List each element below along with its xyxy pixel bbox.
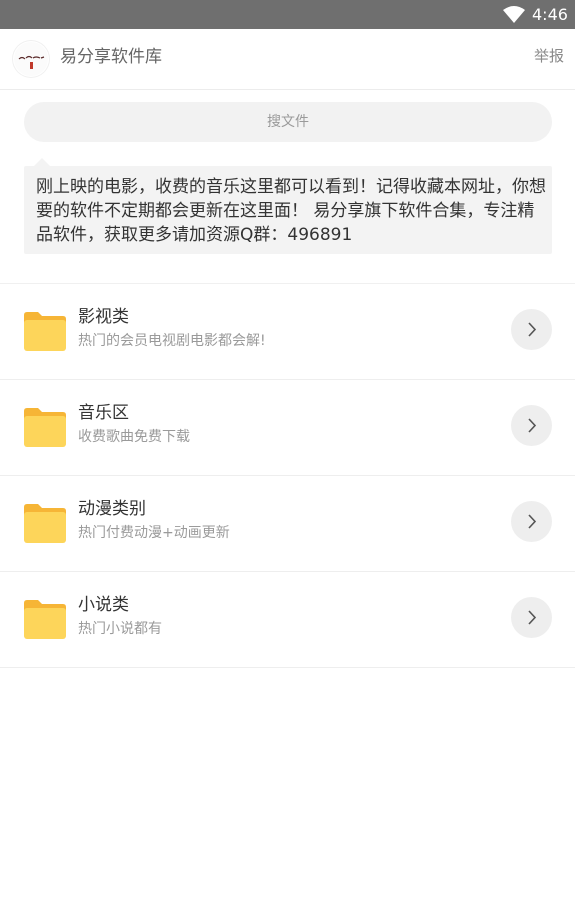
notice-bubble: 刚上映的电影，收费的音乐这里都可以看到！记得收藏本网址，你想要的软件不定期都会更… (24, 166, 552, 254)
folder-icon (24, 312, 66, 351)
search-bar[interactable]: 搜文件 (24, 102, 552, 142)
chevron-right-icon (528, 514, 537, 529)
notice-pointer (34, 158, 50, 166)
category-desc: 收费歌曲免费下载 (78, 429, 190, 445)
category-title: 小说类 (78, 595, 129, 615)
category-title: 动漫类别 (78, 499, 146, 519)
chevron-right-icon (528, 322, 537, 337)
app-logo-icon[interactable] (13, 41, 49, 77)
category-desc: 热门小说都有 (78, 621, 162, 637)
category-desc: 热门的会员电视剧电影都会解! (78, 333, 266, 349)
wifi-icon (503, 6, 525, 23)
open-category-button[interactable] (511, 405, 552, 446)
category-item-music[interactable]: 音乐区 收费歌曲免费下载 (0, 380, 575, 476)
search-placeholder: 搜文件 (267, 114, 309, 130)
chevron-right-icon (528, 418, 537, 433)
app-header: 易分享软件库 举报 (0, 29, 575, 90)
open-category-button[interactable] (511, 597, 552, 638)
report-link[interactable]: 举报 (534, 46, 564, 66)
status-bar: 4:46 (0, 0, 575, 29)
category-title: 影视类 (78, 307, 129, 327)
status-time: 4:46 (532, 5, 568, 24)
folder-icon (24, 504, 66, 543)
chevron-right-icon (528, 610, 537, 625)
open-category-button[interactable] (511, 309, 552, 350)
folder-icon (24, 600, 66, 639)
folder-icon (24, 408, 66, 447)
category-desc: 热门付费动漫+动画更新 (78, 525, 230, 541)
category-item-novels[interactable]: 小说类 热门小说都有 (0, 572, 575, 668)
category-item-movies[interactable]: 影视类 热门的会员电视剧电影都会解! (0, 284, 575, 380)
notice-text: 刚上映的电影，收费的音乐这里都可以看到！记得收藏本网址，你想要的软件不定期都会更… (36, 177, 546, 245)
app-title: 易分享软件库 (60, 47, 162, 67)
category-item-anime[interactable]: 动漫类别 热门付费动漫+动画更新 (0, 476, 575, 572)
category-title: 音乐区 (78, 403, 129, 423)
open-category-button[interactable] (511, 501, 552, 542)
